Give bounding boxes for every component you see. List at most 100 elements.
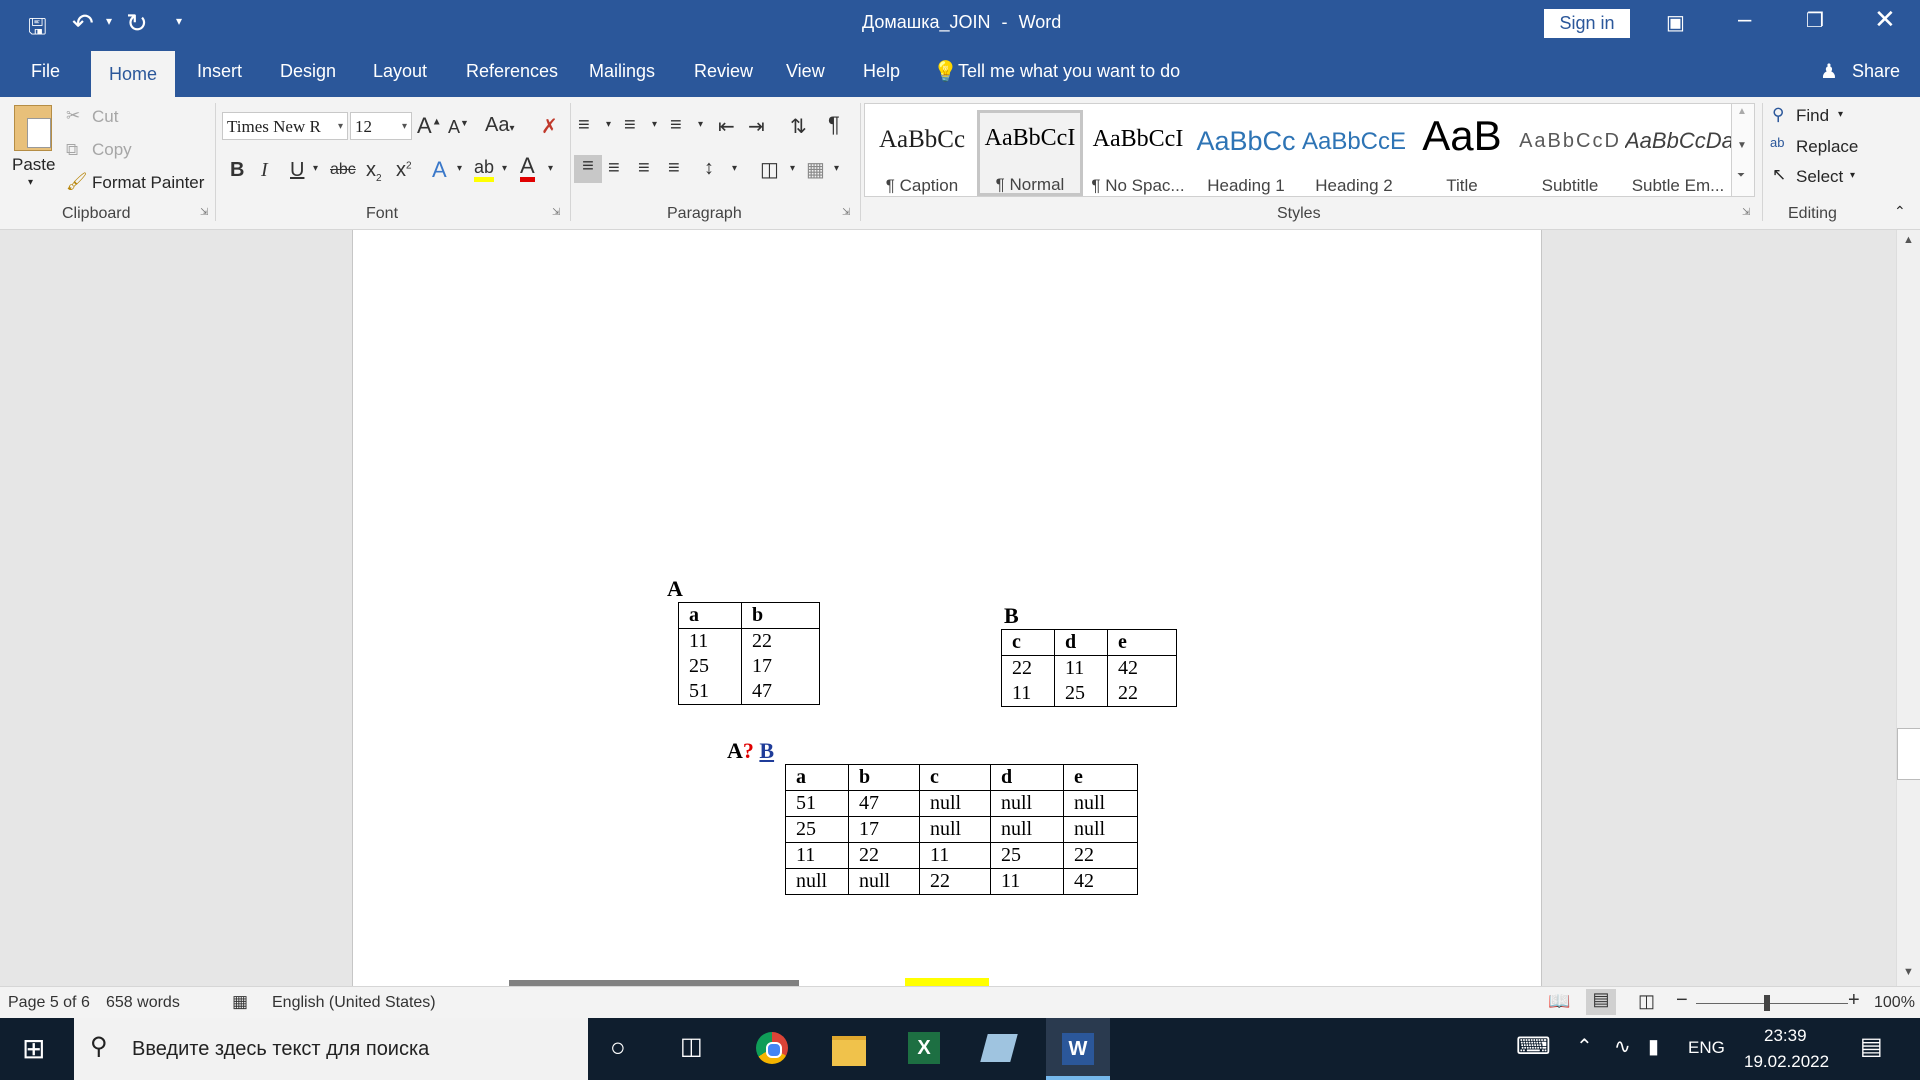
web-layout-icon[interactable]: ◫	[1638, 991, 1655, 1012]
excel-icon[interactable]: X	[908, 1032, 940, 1064]
text-effects-icon[interactable]: A	[432, 157, 447, 183]
format-painter-button[interactable]: Format Painter	[92, 173, 204, 193]
show-hidden-icons-icon[interactable]: ⌃	[1576, 1034, 1593, 1059]
chrome-icon[interactable]	[756, 1032, 788, 1064]
page-count[interactable]: Page 5 of 6	[8, 994, 90, 1012]
change-case-button[interactable]: Aa▾	[485, 114, 515, 137]
borders-icon[interactable]: ▦	[806, 157, 825, 182]
paste-dropdown-icon[interactable]: ▾	[28, 177, 33, 188]
font-color-icon[interactable]: A	[520, 155, 535, 182]
word-count[interactable]: 658 words	[106, 994, 180, 1012]
strikethrough-icon[interactable]: abc	[330, 161, 356, 179]
zoom-in-icon[interactable]: +	[1848, 989, 1860, 1012]
vertical-scrollbar[interactable]: ▲ ▼	[1896, 230, 1920, 986]
justify-icon[interactable]: ≡	[668, 157, 680, 180]
select-dropdown-icon[interactable]: ▾	[1850, 170, 1855, 181]
line-spacing-dropdown-icon[interactable]: ▾	[732, 163, 737, 174]
minimize-icon[interactable]: –	[1738, 6, 1751, 34]
font-color-dropdown-icon[interactable]: ▾	[548, 163, 553, 174]
table-a[interactable]: a b 11 22 25 17 51 47	[678, 602, 820, 705]
tab-references[interactable]: References	[466, 61, 558, 82]
tell-me-search[interactable]: Tell me what you want to do	[958, 61, 1180, 82]
show-formatting-marks-icon[interactable]: ¶	[828, 112, 840, 138]
collapse-ribbon-icon[interactable]: ⌃	[1894, 203, 1906, 220]
scroll-up-icon[interactable]: ▲	[1903, 234, 1914, 246]
align-right-icon[interactable]: ≡	[638, 157, 650, 180]
bullets-dropdown-icon[interactable]: ▾	[606, 119, 611, 130]
shading-dropdown-icon[interactable]: ▾	[790, 163, 795, 174]
task-view-icon[interactable]: ◫	[680, 1032, 703, 1061]
undo-icon[interactable]: ↶	[72, 8, 94, 39]
taskbar-search-box[interactable]: ⚲ Введите здесь текст для поиска	[74, 1018, 588, 1080]
tab-file[interactable]: File	[31, 61, 60, 82]
grow-font-icon[interactable]: A▲	[417, 113, 442, 139]
tab-insert[interactable]: Insert	[197, 61, 242, 82]
proofing-icon[interactable]: ▦	[232, 992, 248, 1012]
align-left-icon[interactable]: ≡	[574, 155, 602, 183]
font-size-combo[interactable]: 12 ▾	[350, 112, 412, 140]
italic-icon[interactable]: I	[261, 159, 268, 182]
paste-button[interactable]: Paste	[12, 155, 55, 175]
cortana-icon[interactable]: ○	[610, 1032, 626, 1063]
find-dropdown-icon[interactable]: ▾	[1838, 109, 1843, 120]
multilevel-list-icon[interactable]: ≡	[670, 114, 682, 137]
line-spacing-icon[interactable]: ↕	[704, 157, 714, 180]
share-button[interactable]: Share	[1852, 61, 1900, 82]
tab-help[interactable]: Help	[863, 61, 900, 82]
underline-icon[interactable]: U	[290, 159, 304, 182]
scroll-up-icon[interactable]: ▲	[1737, 106, 1747, 117]
bullets-icon[interactable]: ≡	[578, 114, 590, 137]
app-icon[interactable]	[980, 1034, 1018, 1062]
multilevel-dropdown-icon[interactable]: ▾	[698, 119, 703, 130]
language-indicator[interactable]: English (United States)	[272, 994, 436, 1012]
close-icon[interactable]: ✕	[1874, 4, 1896, 35]
zoom-out-icon[interactable]: −	[1676, 989, 1688, 1012]
cut-button[interactable]: Cut	[92, 107, 118, 127]
scroll-down-icon[interactable]: ▼	[1737, 140, 1747, 151]
text-effects-dropdown-icon[interactable]: ▾	[457, 163, 462, 174]
style-heading-1[interactable]: AaBbCc Heading 1	[1193, 112, 1299, 195]
undo-dropdown-icon[interactable]: ▾	[106, 14, 112, 28]
redo-icon[interactable]: ↻	[126, 8, 148, 39]
zoom-slider-thumb[interactable]	[1764, 995, 1770, 1011]
table-b[interactable]: c d e 22 11 42 11 25 22	[1001, 629, 1177, 707]
shading-icon[interactable]: ◫	[760, 157, 779, 182]
print-layout-icon[interactable]: ▤	[1586, 989, 1616, 1015]
zoom-slider-track[interactable]	[1696, 1003, 1848, 1004]
clipboard-launcher-icon[interactable]: ⇲	[200, 207, 208, 218]
borders-dropdown-icon[interactable]: ▾	[834, 163, 839, 174]
document-page[interactable]: A a b 11 22 25 17 51 47 B c d e 22 11 42…	[352, 230, 1542, 986]
save-icon[interactable]: 🖫	[28, 10, 47, 48]
clock-time[interactable]: 23:39	[1764, 1026, 1807, 1046]
sign-in-button[interactable]: Sign in	[1544, 9, 1630, 38]
tab-mailings[interactable]: Mailings	[589, 61, 655, 82]
paragraph-launcher-icon[interactable]: ⇲	[842, 207, 850, 218]
numbering-icon[interactable]: ≡	[624, 114, 636, 137]
clear-formatting-icon[interactable]: ✗	[541, 114, 558, 139]
windows-start-icon[interactable]: ⊞	[22, 1032, 45, 1065]
paste-icon[interactable]	[14, 105, 52, 151]
zoom-level[interactable]: 100%	[1874, 994, 1915, 1012]
superscript-icon[interactable]: x2	[396, 159, 412, 182]
highlight-dropdown-icon[interactable]: ▾	[502, 163, 507, 174]
shrink-font-icon[interactable]: A▼	[448, 117, 469, 138]
font-name-combo[interactable]: Times New R ▾	[222, 112, 348, 140]
numbering-dropdown-icon[interactable]: ▾	[652, 119, 657, 130]
scroll-down-icon[interactable]: ▼	[1903, 966, 1914, 978]
file-explorer-icon[interactable]	[832, 1036, 866, 1066]
find-button[interactable]: Find	[1796, 106, 1829, 126]
word-taskbar-button[interactable]: W	[1046, 1018, 1110, 1080]
scroll-thumb[interactable]	[1897, 728, 1920, 780]
underline-dropdown-icon[interactable]: ▾	[313, 163, 318, 174]
font-launcher-icon[interactable]: ⇲	[552, 207, 560, 218]
sort-icon[interactable]: ⇅	[790, 114, 807, 139]
style-normal[interactable]: AaBbCcI ¶ Normal	[977, 110, 1083, 196]
style-heading-2[interactable]: AaBbCcE Heading 2	[1301, 112, 1407, 195]
input-language[interactable]: ENG	[1688, 1038, 1725, 1058]
share-icon[interactable]: ♟	[1820, 59, 1838, 84]
decrease-indent-icon[interactable]: ⇤	[718, 114, 735, 139]
tab-review[interactable]: Review	[694, 61, 753, 82]
tab-layout[interactable]: Layout	[373, 61, 427, 82]
tab-view[interactable]: View	[786, 61, 825, 82]
battery-icon[interactable]: ▮	[1648, 1034, 1659, 1059]
